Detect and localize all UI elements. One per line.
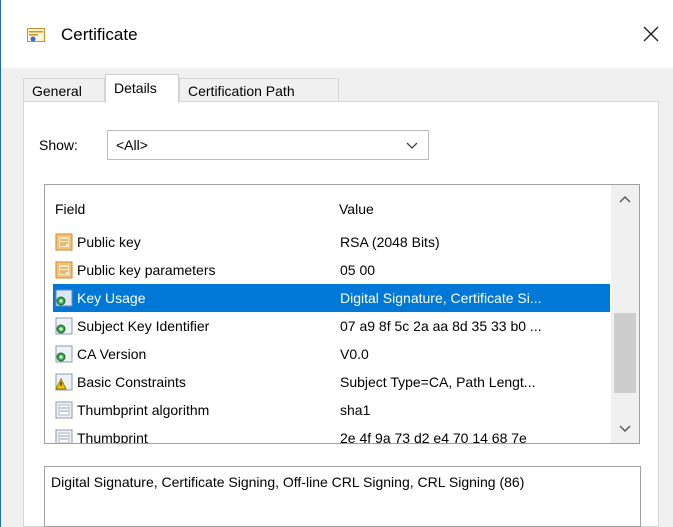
certificate-icon (27, 28, 45, 42)
field-list[interactable]: Field Value Public key RSA (2048 Bits) P… (44, 184, 640, 444)
list-row-public-key[interactable]: Public key RSA (2048 Bits) (53, 228, 610, 256)
property-icon (55, 401, 73, 419)
close-icon (643, 26, 659, 42)
extension-icon (55, 345, 73, 363)
certificate-dialog: Certificate General Details Certificatio… (0, 0, 673, 527)
show-dropdown-value: <All> (116, 137, 148, 153)
extension-icon (55, 317, 73, 335)
tab-general-label: General (32, 83, 82, 99)
field-value: Digital Signature, Certificate Si... (340, 290, 542, 306)
show-label: Show: (39, 137, 78, 153)
field-name: Thumbprint algorithm (77, 402, 210, 418)
field-column-header[interactable]: Field (55, 201, 85, 217)
list-row-thumbprint[interactable]: Thumbprint 2e 4f 9a 73 d2 e4 70 14 68 7e (53, 424, 610, 444)
scrollbar-thumb[interactable] (614, 313, 636, 393)
tab-certification-path-label: Certification Path (188, 83, 295, 99)
tab-certification-path[interactable]: Certification Path (179, 78, 339, 102)
show-dropdown[interactable]: <All> (107, 130, 429, 160)
field-name: Basic Constraints (77, 374, 186, 390)
scroll-up-button[interactable] (611, 185, 639, 213)
tab-details-label: Details (114, 80, 157, 96)
field-value: Subject Type=CA, Path Lengt... (340, 374, 536, 390)
list-row-thumbprint-algorithm[interactable]: Thumbprint algorithm sha1 (53, 396, 610, 424)
field-name: Public key parameters (77, 262, 216, 278)
certificate-field-icon (55, 233, 73, 251)
chevron-down-icon (619, 425, 631, 432)
scroll-down-button[interactable] (611, 415, 639, 443)
field-value: 05 00 (340, 262, 376, 278)
vertical-scrollbar[interactable] (611, 185, 639, 443)
list-row-key-usage[interactable]: Key Usage Digital Signature, Certificate… (53, 284, 610, 312)
field-value: sha1 (340, 402, 371, 418)
field-value: 2e 4f 9a 73 d2 e4 70 14 68 7e (340, 430, 527, 444)
property-icon (55, 429, 73, 443)
field-name: Public key (77, 234, 141, 250)
critical-extension-icon (55, 373, 73, 391)
list-row-ca-version[interactable]: CA Version V0.0 (53, 340, 610, 368)
chevron-up-icon (619, 196, 631, 203)
list-row-basic-constraints[interactable]: Basic Constraints Subject Type=CA, Path … (53, 368, 610, 396)
field-value: 07 a9 8f 5c 2a aa 8d 35 33 b0 ... (340, 318, 542, 334)
tab-details[interactable]: Details (105, 74, 179, 103)
close-button[interactable] (629, 16, 673, 52)
tab-general[interactable]: General (23, 78, 105, 102)
field-detail-text: Digital Signature, Certificate Signing, … (51, 474, 525, 490)
chevron-down-icon (406, 142, 418, 149)
window-title: Certificate (61, 25, 138, 44)
list-row-public-key-parameters[interactable]: Public key parameters 05 00 (53, 256, 610, 284)
field-value: RSA (2048 Bits) (340, 234, 440, 250)
extension-icon (55, 289, 73, 307)
field-name: CA Version (77, 346, 147, 362)
title-bar[interactable]: Certificate (1, 0, 673, 68)
certificate-field-icon (55, 261, 73, 279)
field-detail-textbox[interactable]: Digital Signature, Certificate Signing, … (44, 466, 641, 527)
field-name: Subject Key Identifier (77, 318, 210, 334)
field-value: V0.0 (340, 346, 369, 362)
field-name: Key Usage (77, 290, 146, 306)
list-row-subject-key-identifier[interactable]: Subject Key Identifier 07 a9 8f 5c 2a aa… (53, 312, 610, 340)
field-name: Thumbprint (77, 430, 148, 444)
value-column-header[interactable]: Value (339, 201, 374, 217)
